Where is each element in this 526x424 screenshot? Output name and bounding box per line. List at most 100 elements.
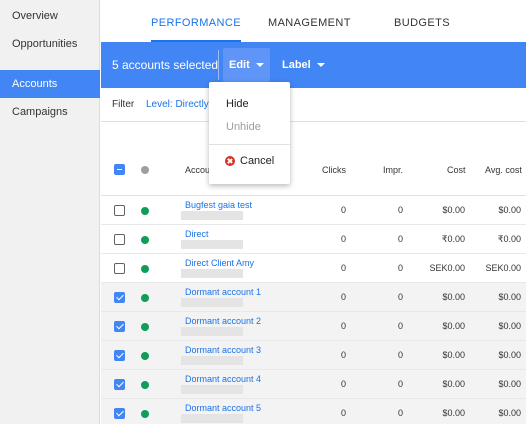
menu-item-cancel-label: Cancel <box>240 155 275 167</box>
filter-label: Filter <box>112 99 135 110</box>
sidebar-item-opportunities[interactable]: Opportunities <box>0 30 100 58</box>
row-checkbox[interactable] <box>114 205 125 216</box>
tab-budgets[interactable]: BUDGETS <box>394 0 450 42</box>
cell-avg-cost: $0.00 <box>498 205 521 215</box>
cell-impr: 0 <box>397 292 403 302</box>
cell-clicks: 0 <box>340 205 346 215</box>
column-header-avg-cost[interactable]: Avg. cost <box>485 150 522 190</box>
account-name-link[interactable]: Direct <box>185 229 209 239</box>
cell-avg-cost: $0.00 <box>498 379 521 389</box>
cell-avg-cost: $0.00 <box>498 321 521 331</box>
account-id-redacted <box>181 269 243 278</box>
table-row[interactable]: Dormant account 2 0 0 $0.00 $0.00 <box>101 312 526 341</box>
edit-dropdown-menu: Hide Unhide Cancel <box>209 82 290 184</box>
edit-button[interactable]: Edit <box>223 48 270 82</box>
menu-divider <box>209 144 290 145</box>
cell-clicks: 0 <box>340 408 346 418</box>
table-row[interactable]: Direct Client Amy 0 0 SEK0.00 SEK0.00 <box>101 254 526 283</box>
select-all-checkbox[interactable] <box>114 164 125 175</box>
table-row[interactable]: Dormant account 1 0 0 $0.00 $0.00 <box>101 283 526 312</box>
account-id-redacted <box>181 356 243 365</box>
filter-chip-level[interactable]: Level: Directly li <box>146 88 216 122</box>
account-name-link[interactable]: Dormant account 3 <box>185 345 261 355</box>
selection-bar: 5 accounts selected Edit Label <box>101 42 526 88</box>
cell-impr: 0 <box>397 321 403 331</box>
status-enabled-icon <box>141 294 149 302</box>
row-checkbox[interactable] <box>114 350 125 361</box>
table-row[interactable]: Direct 0 0 ₹0.00 ₹0.00 <box>101 225 526 254</box>
cell-impr: 0 <box>397 205 403 215</box>
account-name-link[interactable]: Dormant account 2 <box>185 316 261 326</box>
sidebar-item-overview[interactable]: Overview <box>0 2 100 30</box>
sidebar-item-campaigns[interactable]: Campaigns <box>0 98 100 126</box>
table-header: Accou Clicks Impr. Cost Avg. cost <box>101 150 526 196</box>
table-row[interactable]: Dormant account 5 0 0 $0.00 $0.00 <box>101 399 526 424</box>
account-id-redacted <box>181 327 243 336</box>
column-header-impr[interactable]: Impr. <box>383 150 403 190</box>
account-id-redacted <box>181 414 243 423</box>
account-id-redacted <box>181 298 243 307</box>
cell-clicks: 0 <box>340 321 346 331</box>
sidebar-item-accounts[interactable]: Accounts <box>0 70 100 98</box>
account-id-redacted <box>181 240 243 249</box>
table-row[interactable]: Dormant account 3 0 0 $0.00 $0.00 <box>101 341 526 370</box>
cell-cost: $0.00 <box>442 292 465 302</box>
tab-performance[interactable]: PERFORMANCE <box>151 0 241 42</box>
account-name-link[interactable]: Bugfest gaia test <box>185 200 252 210</box>
cell-avg-cost: ₹0.00 <box>497 234 521 244</box>
cell-cost: ₹0.00 <box>441 234 465 244</box>
account-name-link[interactable]: Dormant account 4 <box>185 374 261 384</box>
status-enabled-icon <box>141 236 149 244</box>
cell-impr: 0 <box>397 379 403 389</box>
account-name-link[interactable]: Dormant account 5 <box>185 403 261 413</box>
cell-cost: $0.00 <box>442 205 465 215</box>
column-header-cost[interactable]: Cost <box>447 150 466 190</box>
cell-cost: $0.00 <box>442 379 465 389</box>
cell-cost: SEK0.00 <box>429 263 465 273</box>
column-header-clicks[interactable]: Clicks <box>322 150 346 190</box>
status-enabled-icon <box>141 265 149 273</box>
status-enabled-icon <box>141 410 149 418</box>
menu-item-hide[interactable]: Hide <box>209 93 290 115</box>
tab-management[interactable]: MANAGEMENT <box>268 0 351 42</box>
cell-impr: 0 <box>397 263 403 273</box>
account-name-link[interactable]: Dormant account 1 <box>185 287 261 297</box>
caret-down-icon <box>316 63 325 68</box>
edit-button-label: Edit <box>229 59 250 71</box>
table-row[interactable]: Bugfest gaia test 0 0 $0.00 $0.00 <box>101 196 526 225</box>
cell-clicks: 0 <box>340 379 346 389</box>
status-enabled-icon <box>141 323 149 331</box>
cell-clicks: 0 <box>340 292 346 302</box>
column-header-account[interactable]: Accou <box>185 150 210 190</box>
cell-avg-cost: SEK0.00 <box>485 263 521 273</box>
cell-impr: 0 <box>397 408 403 418</box>
row-checkbox[interactable] <box>114 408 125 419</box>
selection-count: 5 accounts selected <box>112 58 219 72</box>
label-button-label: Label <box>282 59 311 71</box>
sidebar: Overview Opportunities Accounts Campaign… <box>0 0 100 424</box>
cell-avg-cost: $0.00 <box>498 292 521 302</box>
cancel-icon <box>225 156 235 166</box>
cell-impr: 0 <box>397 234 403 244</box>
caret-down-icon <box>255 63 264 68</box>
row-checkbox[interactable] <box>114 379 125 390</box>
account-name-link[interactable]: Direct Client Amy <box>185 258 254 268</box>
selection-divider <box>218 50 219 80</box>
cell-clicks: 0 <box>340 234 346 244</box>
row-checkbox[interactable] <box>114 321 125 332</box>
status-enabled-icon <box>141 352 149 360</box>
row-checkbox[interactable] <box>114 292 125 303</box>
filter-bar: Filter Level: Directly li <box>101 88 526 122</box>
cell-cost: $0.00 <box>442 350 465 360</box>
row-checkbox[interactable] <box>114 234 125 245</box>
cell-impr: 0 <box>397 350 403 360</box>
cell-clicks: 0 <box>340 263 346 273</box>
menu-item-cancel[interactable]: Cancel <box>209 150 290 172</box>
status-column-icon <box>141 166 149 174</box>
row-checkbox[interactable] <box>114 263 125 274</box>
label-button[interactable]: Label <box>276 48 331 82</box>
table-row[interactable]: Dormant account 4 0 0 $0.00 $0.00 <box>101 370 526 399</box>
account-id-redacted <box>181 211 243 220</box>
cell-avg-cost: $0.00 <box>498 350 521 360</box>
cell-clicks: 0 <box>340 350 346 360</box>
